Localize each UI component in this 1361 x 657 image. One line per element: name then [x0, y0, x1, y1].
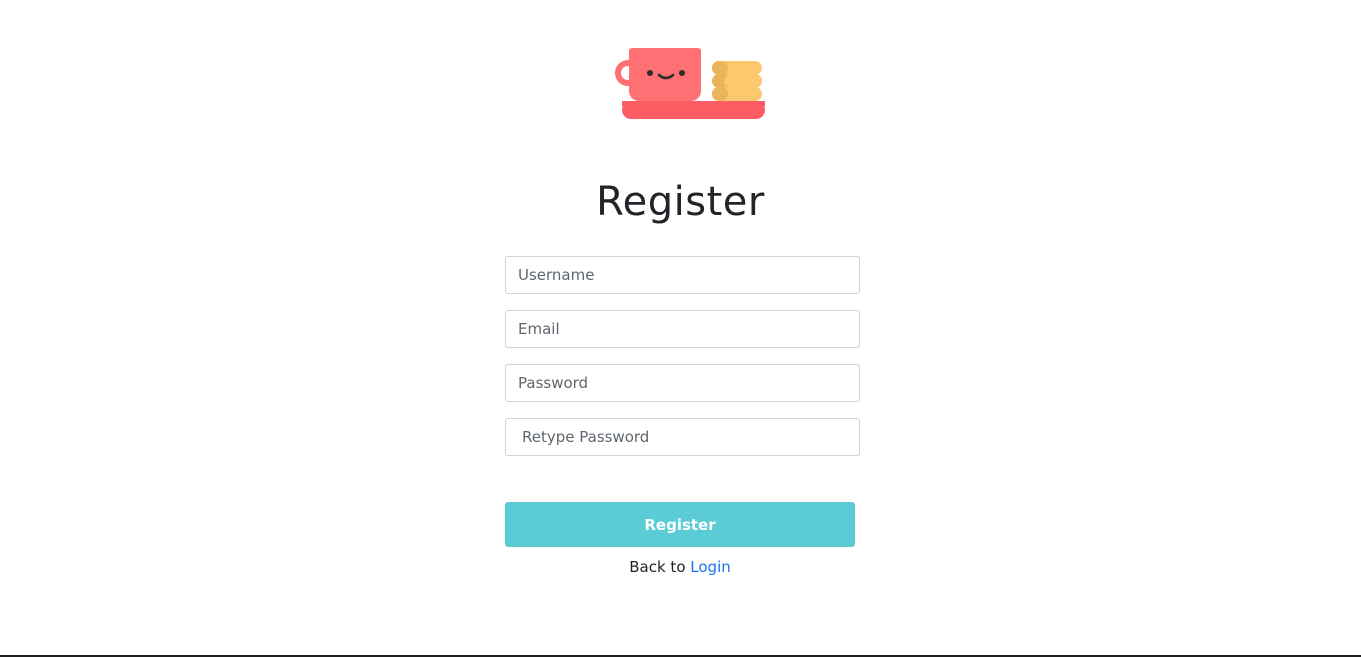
- retype-password-input[interactable]: [505, 418, 860, 456]
- login-link[interactable]: Login: [690, 558, 730, 576]
- username-input[interactable]: [505, 256, 860, 294]
- register-button[interactable]: Register: [505, 502, 855, 547]
- page-title: Register: [596, 179, 765, 225]
- register-form: [505, 256, 860, 472]
- back-to-text: Back to: [629, 558, 686, 576]
- password-input[interactable]: [505, 364, 860, 402]
- back-to-login: Back to Login: [505, 558, 855, 576]
- email-input[interactable]: [505, 310, 860, 348]
- teacup-and-cookies-icon: [615, 48, 765, 119]
